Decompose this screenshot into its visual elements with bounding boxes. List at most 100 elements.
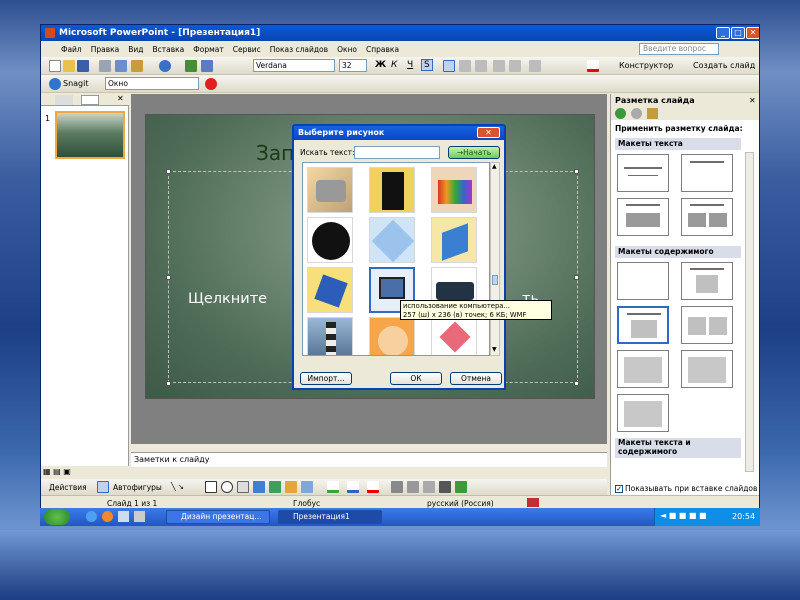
layout-two-content[interactable]	[681, 306, 733, 344]
home-icon[interactable]	[647, 108, 658, 119]
resize-handle[interactable]	[166, 169, 171, 174]
paste-icon[interactable]	[131, 60, 143, 72]
forward-icon[interactable]	[631, 108, 642, 119]
shadow-style-icon[interactable]	[439, 481, 451, 493]
clipart-kite[interactable]	[431, 317, 477, 355]
slide-thumbnail[interactable]	[55, 111, 125, 159]
ok-button[interactable]: ОК	[390, 372, 442, 385]
new-icon[interactable]	[49, 60, 61, 72]
insert-chart-icon[interactable]	[185, 60, 197, 72]
bold-button[interactable]: Ж	[375, 60, 386, 70]
tray-icons[interactable]: ◄ ■ ■ ■ ■	[660, 511, 707, 520]
font-color-icon[interactable]	[587, 60, 599, 72]
clipart-icon[interactable]	[285, 481, 297, 493]
select-arrow-icon[interactable]	[97, 481, 109, 493]
increase-font-icon[interactable]	[529, 60, 541, 72]
help-search-box[interactable]: Введите вопрос	[639, 43, 719, 55]
align-center-icon[interactable]	[459, 60, 471, 72]
resize-handle[interactable]	[574, 169, 579, 174]
taskbar-item-presentation[interactable]: Презентация1	[278, 510, 382, 524]
clipart-lawyer[interactable]	[369, 167, 415, 213]
minimize-button[interactable]: _	[716, 27, 730, 39]
arrow-style-icon[interactable]	[423, 481, 435, 493]
gallery-scrollbar[interactable]: ▲ ▼	[490, 162, 500, 356]
stop-icon[interactable]	[205, 78, 217, 90]
autoshapes-menu[interactable]: Автофигуры	[113, 483, 162, 492]
snagit-label[interactable]: Snagit	[63, 79, 89, 88]
textbox-icon[interactable]	[237, 481, 249, 493]
line-style-icon[interactable]	[391, 481, 403, 493]
layout-content-alt[interactable]	[617, 394, 669, 432]
start-button[interactable]	[44, 509, 70, 525]
rectangle-icon[interactable]	[205, 481, 217, 493]
line-color-icon[interactable]	[347, 481, 359, 493]
clipart-crayons[interactable]	[431, 167, 477, 213]
menu-edit[interactable]: Правка	[91, 45, 120, 54]
clipart-lighthouse[interactable]	[307, 317, 353, 355]
window-combo[interactable]: Окно	[105, 77, 199, 90]
task-pane-scrollbar[interactable]	[745, 152, 754, 472]
new-slide-button[interactable]: Создать слайд	[693, 61, 755, 70]
actions-menu[interactable]: Действия	[49, 483, 87, 492]
menu-view[interactable]: Вид	[128, 45, 143, 54]
menu-tools[interactable]: Сервис	[233, 45, 261, 54]
menu-slideshow[interactable]: Показ слайдов	[270, 45, 328, 54]
font-size-combo[interactable]: 32	[339, 59, 367, 72]
align-right-icon[interactable]	[475, 60, 487, 72]
clipart-disk[interactable]	[307, 267, 353, 313]
tab-slides[interactable]	[81, 95, 99, 105]
layout-content-grid[interactable]	[681, 350, 733, 388]
menu-help[interactable]: Справка	[366, 45, 399, 54]
designer-button[interactable]: Конструктор	[619, 61, 673, 70]
picture-icon[interactable]	[301, 481, 313, 493]
line-icon[interactable]: ╲ ↘	[171, 482, 184, 491]
font-color-draw-icon[interactable]	[367, 481, 379, 493]
scroll-down-icon[interactable]: ▼	[492, 346, 497, 353]
quicklaunch-app-icon[interactable]	[134, 511, 145, 522]
maximize-button[interactable]: □	[731, 27, 745, 39]
resize-handle[interactable]	[166, 381, 171, 386]
menu-insert[interactable]: Вставка	[153, 45, 185, 54]
search-go-button[interactable]: →Начать	[448, 146, 500, 159]
layout-title-text[interactable]	[617, 198, 669, 236]
checkbox-icon[interactable]: ✓	[615, 485, 623, 493]
slide-title[interactable]: Зап	[256, 141, 294, 165]
clipart-circuit[interactable]	[369, 217, 415, 263]
resize-handle[interactable]	[574, 381, 579, 386]
notes-pane[interactable]: Заметки к слайду	[131, 452, 607, 467]
show-on-insert-checkbox[interactable]: ✓ Показывать при вставке слайдов	[615, 484, 757, 493]
view-buttons[interactable]: ▦ ▤ ▣	[43, 467, 71, 476]
close-button[interactable]: ✕	[746, 27, 759, 39]
layout-title-only[interactable]	[681, 154, 733, 192]
layout-title-content-selected[interactable]	[617, 306, 669, 344]
undo-icon[interactable]	[159, 60, 171, 72]
clipart-toaster[interactable]	[307, 167, 353, 213]
quicklaunch-firefox-icon[interactable]	[102, 511, 113, 522]
insert-table-icon[interactable]	[201, 60, 213, 72]
layout-content[interactable]	[681, 262, 733, 300]
menu-window[interactable]: Окно	[337, 45, 357, 54]
numbering-icon[interactable]	[493, 60, 505, 72]
back-icon[interactable]	[615, 108, 626, 119]
layout-two-column[interactable]	[681, 198, 733, 236]
spell-icon[interactable]	[115, 60, 127, 72]
shadow-button[interactable]: S	[421, 59, 433, 71]
oval-icon[interactable]	[221, 481, 233, 493]
layout-four-content[interactable]	[617, 350, 669, 388]
save-icon[interactable]	[77, 60, 89, 72]
taskbar-item-design[interactable]: Дизайн презентац...	[166, 510, 270, 524]
pane-close-icon[interactable]: ✕	[117, 94, 124, 103]
font-combo[interactable]: Verdana	[253, 59, 335, 72]
open-icon[interactable]	[63, 60, 75, 72]
dash-style-icon[interactable]	[407, 481, 419, 493]
align-left-icon[interactable]	[443, 60, 455, 72]
clipart-buildings[interactable]	[431, 217, 477, 263]
layout-blank[interactable]	[617, 262, 669, 300]
3d-style-icon[interactable]	[455, 481, 467, 493]
italic-button[interactable]: К	[391, 60, 397, 70]
task-pane-close-icon[interactable]: ✕	[749, 96, 756, 105]
layout-title[interactable]	[617, 154, 669, 192]
diagram-icon[interactable]	[269, 481, 281, 493]
tab-outline[interactable]	[55, 95, 73, 105]
cancel-button[interactable]: Отмена	[450, 372, 502, 385]
